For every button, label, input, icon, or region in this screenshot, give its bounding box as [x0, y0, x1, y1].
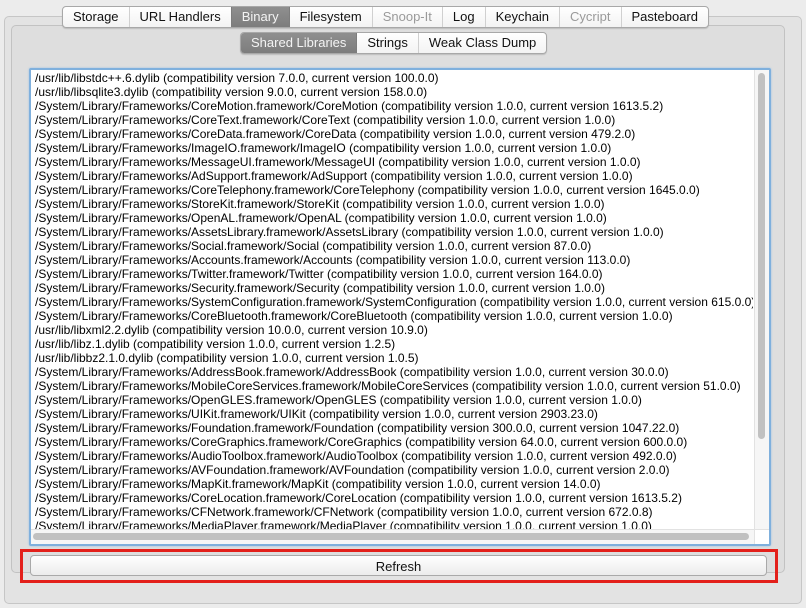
tab-cycript[interactable]: Cycript — [559, 7, 620, 27]
library-line: /System/Library/Frameworks/Foundation.fr… — [35, 421, 680, 435]
library-line: /System/Library/Frameworks/AdSupport.fra… — [35, 169, 633, 183]
tab-shared-libraries[interactable]: Shared Libraries — [241, 33, 357, 53]
library-line: /System/Library/Frameworks/AVFoundation.… — [35, 463, 670, 477]
library-line: /System/Library/Frameworks/CFNetwork.fra… — [35, 505, 653, 519]
tab-storage[interactable]: Storage — [63, 7, 129, 27]
library-line: /usr/lib/libz.1.dylib (compatibility ver… — [35, 337, 396, 351]
library-line: /System/Library/Frameworks/CoreData.fram… — [35, 127, 636, 141]
library-line: /usr/lib/libbz2.1.0.dylib (compatibility… — [35, 351, 419, 365]
tab-binary[interactable]: Binary — [230, 7, 289, 27]
library-line: /System/Library/Frameworks/StoreKit.fram… — [35, 197, 605, 211]
tab-url-handlers[interactable]: URL Handlers — [128, 7, 231, 27]
library-line: /System/Library/Frameworks/Social.framew… — [35, 239, 592, 253]
library-line: /System/Library/Frameworks/OpenGLES.fram… — [35, 393, 642, 407]
tab-pasteboard[interactable]: Pasteboard — [620, 7, 709, 27]
library-line: /System/Library/Frameworks/OpenAL.framew… — [35, 211, 607, 225]
vertical-scrollbar[interactable] — [754, 70, 769, 530]
library-line: /System/Library/Frameworks/MessageUI.fra… — [35, 155, 641, 169]
library-line: /System/Library/Frameworks/CoreText.fram… — [35, 113, 616, 127]
shared-libraries-list[interactable]: /usr/lib/libstdc++.6.dylib (compatibilit… — [29, 68, 771, 546]
tab-weak-class-dump[interactable]: Weak Class Dump — [417, 33, 546, 53]
tab-filesystem[interactable]: Filesystem — [288, 7, 372, 27]
vertical-scroll-thumb[interactable] — [758, 73, 765, 439]
library-line: /System/Library/Frameworks/MapKit.framew… — [35, 477, 601, 491]
library-line: /System/Library/Frameworks/UIKit.framewo… — [35, 407, 598, 421]
tab-keychain[interactable]: Keychain — [484, 7, 559, 27]
library-line: /System/Library/Frameworks/AddressBook.f… — [35, 365, 669, 379]
library-line: /System/Library/Frameworks/CoreBluetooth… — [35, 309, 673, 323]
library-line: /System/Library/Frameworks/AssetsLibrary… — [35, 225, 664, 239]
library-line: /System/Library/Frameworks/CoreLocation.… — [35, 491, 682, 505]
library-line: /System/Library/Frameworks/Accounts.fram… — [35, 253, 631, 267]
library-line: /usr/lib/libxml2.2.dylib (compatibility … — [35, 323, 428, 337]
library-line: /System/Library/Frameworks/SystemConfigu… — [35, 295, 753, 309]
tab-strings[interactable]: Strings — [356, 33, 417, 53]
main-tab-bar: Storage URL Handlers Binary Filesystem S… — [62, 6, 709, 28]
library-line: /System/Library/Frameworks/MobileCoreSer… — [35, 379, 741, 393]
library-line: /System/Library/Frameworks/Twitter.frame… — [35, 267, 603, 281]
refresh-button[interactable]: Refresh — [30, 555, 767, 576]
library-line: /System/Library/Frameworks/AudioToolbox.… — [35, 449, 677, 463]
shared-libraries-text[interactable]: /usr/lib/libstdc++.6.dylib (compatibilit… — [35, 71, 753, 530]
sub-tab-bar: Shared Libraries Strings Weak Class Dump — [240, 32, 548, 54]
scroll-corner — [754, 529, 769, 544]
horizontal-scroll-thumb[interactable] — [33, 533, 749, 540]
tab-snoop-it[interactable]: Snoop-It — [371, 7, 442, 27]
library-line: /usr/lib/libstdc++.6.dylib (compatibilit… — [35, 71, 439, 85]
horizontal-scrollbar[interactable] — [31, 529, 755, 544]
library-line: /System/Library/Frameworks/Security.fram… — [35, 281, 605, 295]
library-line: /System/Library/Frameworks/ImageIO.frame… — [35, 141, 612, 155]
library-line: /usr/lib/libsqlite3.dylib (compatibility… — [35, 85, 428, 99]
library-line: /System/Library/Frameworks/CoreMotion.fr… — [35, 99, 664, 113]
library-line: /System/Library/Frameworks/CoreTelephony… — [35, 183, 700, 197]
library-line: /System/Library/Frameworks/CoreGraphics.… — [35, 435, 688, 449]
tab-log[interactable]: Log — [441, 7, 485, 27]
